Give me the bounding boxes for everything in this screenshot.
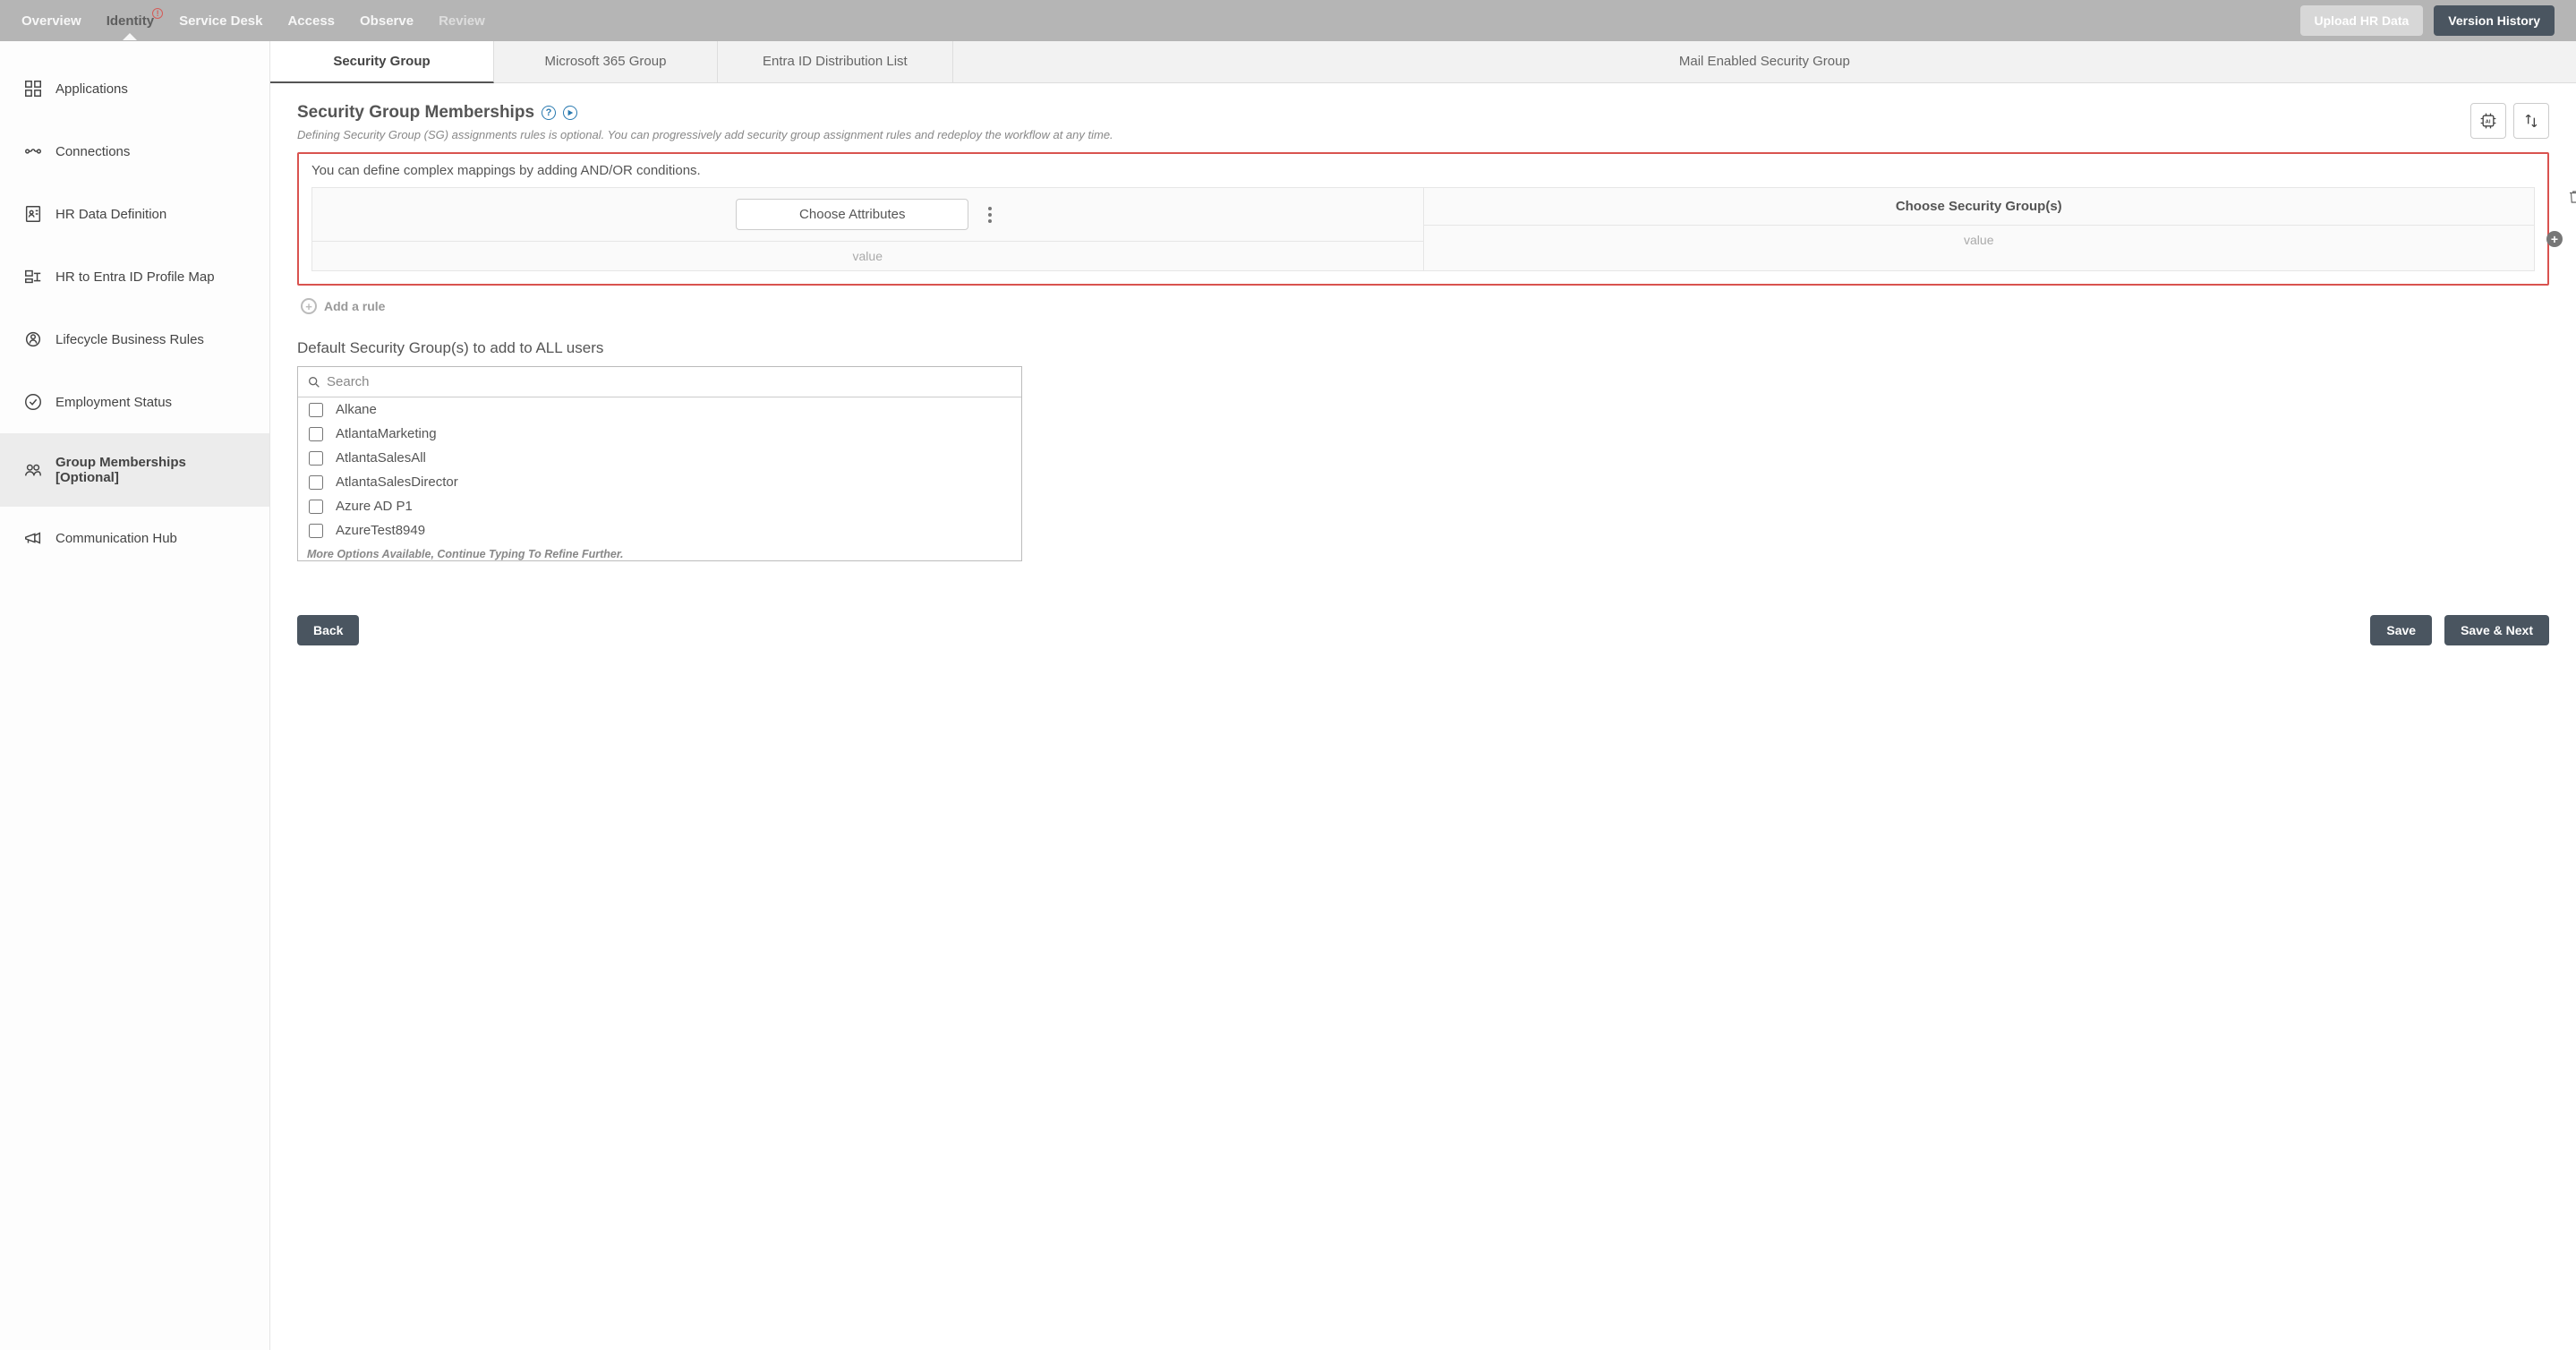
- apps-icon: [23, 79, 43, 98]
- version-history-button[interactable]: Version History: [2434, 5, 2555, 36]
- group-search-input[interactable]: [327, 374, 1012, 389]
- alert-badge-icon: !: [152, 8, 163, 19]
- rule-hint-text: You can define complex mappings by addin…: [311, 163, 2535, 178]
- choose-groups-heading: Choose Security Group(s): [1896, 199, 2062, 214]
- sidebar-item-group-memberships-optional-[interactable]: Group Memberships [Optional]: [0, 433, 269, 507]
- ai-chip-button[interactable]: AI: [2470, 103, 2506, 139]
- group-option[interactable]: AtlantaMarketing: [298, 422, 1021, 446]
- groups-icon: [23, 460, 43, 480]
- group-option-checkbox[interactable]: [309, 500, 323, 514]
- group-options-list[interactable]: Alkane AtlantaMarketing AtlantaSalesAll Atl…: [298, 397, 1021, 560]
- sidebar-item-connections[interactable]: Connections: [0, 120, 269, 183]
- save-button[interactable]: Save: [2370, 615, 2432, 645]
- top-bar: Overview Identity! Service Desk Access Obser…: [0, 0, 2576, 41]
- group-option[interactable]: AtlantaSalesDirector: [298, 470, 1021, 494]
- play-video-icon[interactable]: [563, 106, 577, 120]
- group-picker: Alkane AtlantaMarketing AtlantaSalesAll Atl…: [297, 366, 1022, 561]
- search-icon: [307, 375, 321, 389]
- subtab-security-group[interactable]: Security Group: [270, 41, 494, 83]
- group-option-label: AtlantaMarketing: [336, 426, 437, 441]
- topnav-item-access[interactable]: Access: [287, 3, 335, 39]
- subtab-microsoft-365-group[interactable]: Microsoft 365 Group: [494, 41, 718, 82]
- group-option-label: AzureTest8949: [336, 523, 425, 538]
- top-nav: Overview Identity! Service Desk Access Obser…: [21, 3, 2300, 39]
- status-icon: [23, 392, 43, 412]
- group-option-checkbox[interactable]: [309, 524, 323, 538]
- attribute-value-placeholder[interactable]: value: [312, 241, 1423, 270]
- group-value-placeholder[interactable]: value +: [1424, 225, 2535, 254]
- sidebar-item-label: HR to Entra ID Profile Map: [55, 269, 215, 285]
- delete-rule-icon[interactable]: [2567, 188, 2576, 209]
- group-option[interactable]: AtlantaSalesAll: [298, 446, 1021, 470]
- topnav-item-observe[interactable]: Observe: [360, 3, 414, 39]
- group-option[interactable]: AzureTest8949: [298, 518, 1021, 543]
- swap-arrows-button[interactable]: [2513, 103, 2549, 139]
- section-title: Security Group Memberships: [297, 103, 534, 123]
- group-option[interactable]: Azure AD P1: [298, 494, 1021, 518]
- sidebar-item-lifecycle-business-rules[interactable]: Lifecycle Business Rules: [0, 308, 269, 371]
- profile-map-icon: [23, 267, 43, 286]
- sidebar-item-label: Applications: [55, 81, 128, 97]
- hr-data-icon: [23, 204, 43, 224]
- upload-hr-data-button[interactable]: Upload HR Data: [2300, 5, 2424, 36]
- add-rule-button[interactable]: + Add a rule: [301, 298, 2546, 314]
- topbar-actions: Upload HR Data Version History: [2300, 5, 2555, 36]
- group-option-checkbox[interactable]: [309, 403, 323, 417]
- topnav-item-overview[interactable]: Overview: [21, 3, 81, 39]
- lifecycle-icon: [23, 329, 43, 349]
- connections-icon: [23, 141, 43, 161]
- group-option-checkbox[interactable]: [309, 475, 323, 490]
- subtab-mail-enabled-security-group[interactable]: Mail Enabled Security Group: [953, 41, 2576, 82]
- sidebar-item-applications[interactable]: Applications: [0, 57, 269, 120]
- topnav-item-review[interactable]: Review: [439, 3, 485, 39]
- add-group-value-icon[interactable]: +: [2546, 231, 2563, 247]
- topnav-item-service-desk[interactable]: Service Desk: [179, 3, 262, 39]
- help-icon[interactable]: ?: [542, 106, 556, 120]
- group-option-checkbox[interactable]: [309, 427, 323, 441]
- more-options-note: More Options Available, Continue Typing …: [298, 543, 1021, 560]
- sidebar-item-label: Connections: [55, 144, 130, 159]
- sidebar: Applications Connections HR Data Definitio…: [0, 41, 270, 1350]
- sidebar-item-label: Employment Status: [55, 395, 172, 410]
- choose-attributes-button[interactable]: Choose Attributes: [736, 199, 968, 230]
- rule-table: Choose Attributes value Choose Security …: [311, 187, 2535, 271]
- default-groups-heading: Default Security Group(s) to add to ALL …: [297, 339, 2549, 357]
- sidebar-item-label: HR Data Definition: [55, 207, 166, 222]
- subtab-entra-id-distribution-list[interactable]: Entra ID Distribution List: [718, 41, 953, 82]
- sidebar-item-label: Lifecycle Business Rules: [55, 332, 204, 347]
- rule-builder: You can define complex mappings by addin…: [297, 152, 2549, 286]
- main-content: Security GroupMicrosoft 365 GroupEntra I…: [270, 41, 2576, 1350]
- svg-text:AI: AI: [2486, 120, 2491, 125]
- sidebar-item-communication-hub[interactable]: Communication Hub: [0, 507, 269, 569]
- save-next-button[interactable]: Save & Next: [2444, 615, 2549, 645]
- section-description: Defining Security Group (SG) assignments…: [297, 128, 1113, 141]
- back-button[interactable]: Back: [297, 615, 359, 645]
- group-option-label: AtlantaSalesDirector: [336, 474, 458, 490]
- sidebar-item-label: Communication Hub: [55, 531, 177, 546]
- group-option-label: AtlantaSalesAll: [336, 450, 426, 466]
- plus-circle-icon: +: [301, 298, 317, 314]
- sidebar-item-hr-data-definition[interactable]: HR Data Definition: [0, 183, 269, 245]
- sidebar-item-employment-status[interactable]: Employment Status: [0, 371, 269, 433]
- group-option-checkbox[interactable]: [309, 451, 323, 466]
- topnav-item-identity[interactable]: Identity!: [107, 3, 154, 39]
- sidebar-item-hr-to-entra-id-profile-map[interactable]: HR to Entra ID Profile Map: [0, 245, 269, 308]
- group-option[interactable]: Alkane: [298, 397, 1021, 422]
- megaphone-icon: [23, 528, 43, 548]
- sidebar-item-label: Group Memberships [Optional]: [55, 455, 246, 485]
- add-rule-label: Add a rule: [324, 299, 385, 313]
- group-option-label: Alkane: [336, 402, 377, 417]
- attribute-menu-icon[interactable]: [981, 207, 999, 223]
- subtabs: Security GroupMicrosoft 365 GroupEntra I…: [270, 41, 2576, 83]
- group-option-label: Azure AD P1: [336, 499, 413, 514]
